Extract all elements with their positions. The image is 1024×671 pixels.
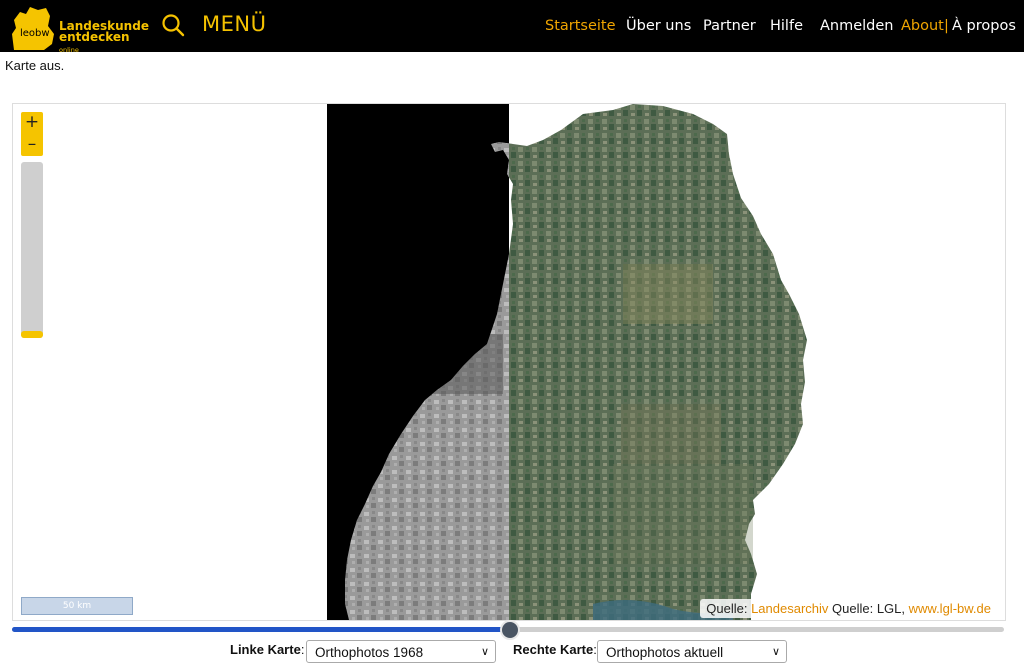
left-map-label: Linke Karte: [230, 642, 304, 657]
nav-anmelden[interactable]: Anmelden [820, 18, 894, 34]
menu-button[interactable]: MENÜ [202, 12, 266, 36]
left-map-select-value: Orthophotos 1968 [315, 645, 424, 660]
intro-text: Karte aus. [5, 58, 65, 73]
nav-startseite[interactable]: Startseite [545, 18, 616, 34]
zoom-control: + – [21, 112, 43, 156]
zoom-in-button[interactable]: + [21, 112, 43, 134]
zoom-slider-handle[interactable] [21, 331, 43, 338]
swipe-slider-handle[interactable] [500, 620, 520, 640]
top-navigation-bar: leobw Landeskunde entdecken online MENÜ … [0, 0, 1024, 54]
site-logo[interactable]: leobw Landeskunde entdecken online [8, 4, 149, 54]
zoom-slider[interactable] [21, 162, 43, 338]
right-map-select[interactable]: Orthophotos aktuell ∨ [597, 640, 787, 663]
attribution-prefix-1: Quelle: [706, 601, 752, 616]
attribution-prefix-2: Quelle: LGL, [828, 601, 909, 616]
map-attribution: Quelle: Landesarchiv Quelle: LGL, www.lg… [700, 599, 997, 618]
nav-about[interactable]: About [901, 18, 944, 34]
nav-apropos[interactable]: À propos [952, 18, 1016, 34]
map-viewport[interactable]: + – 50 km Quelle: Landesarchiv Quelle: L… [12, 103, 1006, 621]
scale-bar: 50 km [21, 597, 133, 615]
logo-line2-suffix: online [59, 46, 79, 54]
left-map-select[interactable]: Orthophotos 1968 ∨ [306, 640, 496, 663]
right-map-select-value: Orthophotos aktuell [606, 645, 724, 660]
svg-text:leobw: leobw [20, 28, 50, 39]
logo-wordmark: Landeskunde entdecken online [59, 20, 149, 56]
nav-ueber-uns[interactable]: Über uns [626, 18, 691, 34]
chevron-down-icon: ∨ [480, 646, 489, 658]
nav-separator: | [944, 18, 949, 34]
right-map-label-text: Rechte Karte [513, 642, 594, 657]
map-canvas[interactable] [13, 104, 1005, 620]
attribution-link-lgl[interactable]: www.lgl-bw.de [909, 601, 991, 616]
search-icon[interactable] [160, 13, 186, 39]
swipe-slider-fill [12, 627, 508, 632]
nav-partner[interactable]: Partner [703, 18, 756, 34]
right-map-label: Rechte Karte: [513, 642, 597, 657]
left-map-label-text: Linke Karte [230, 642, 301, 657]
zoom-out-button[interactable]: – [21, 134, 43, 156]
logo-line2: entdecken [59, 30, 130, 44]
attribution-link-landesarchiv[interactable]: Landesarchiv [751, 601, 828, 616]
left-map-label-colon: : [300, 642, 305, 657]
chevron-down-icon: ∨ [771, 646, 780, 658]
nav-hilfe[interactable]: Hilfe [770, 18, 803, 34]
logo-badge-icon: leobw [12, 7, 54, 50]
